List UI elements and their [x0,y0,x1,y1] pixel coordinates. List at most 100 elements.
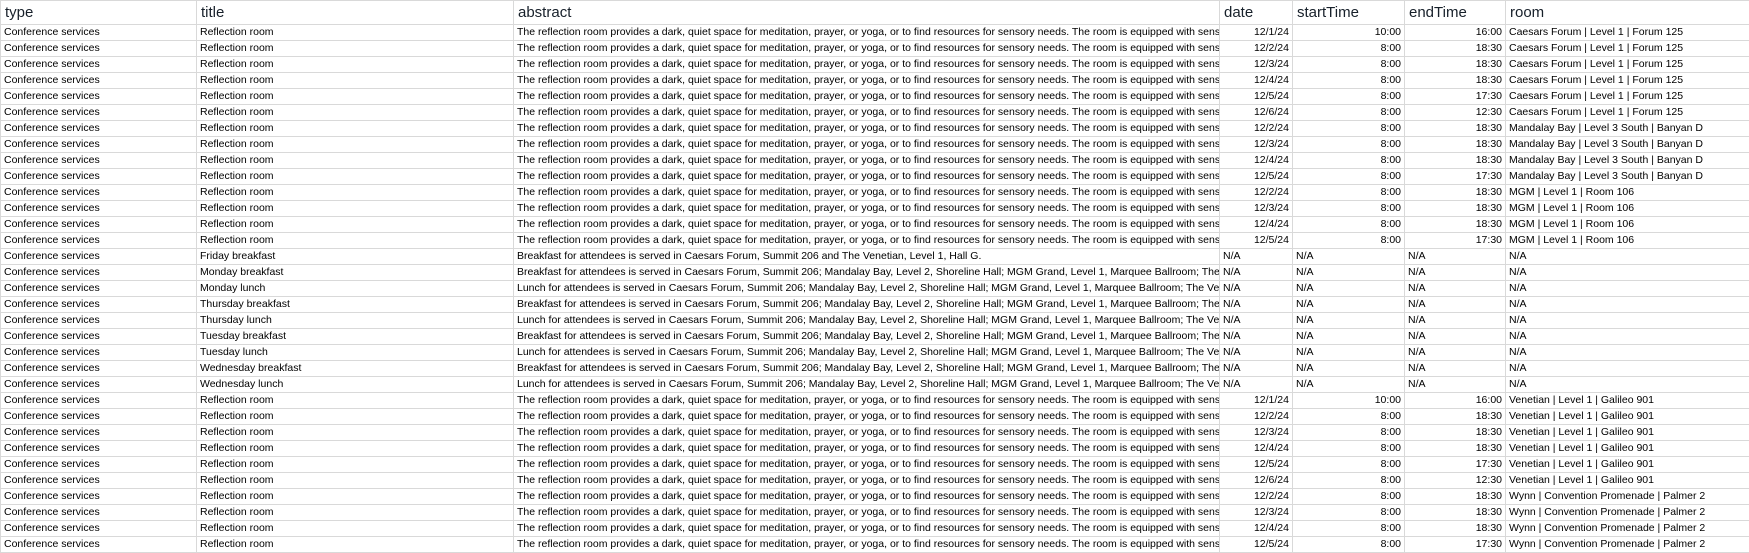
cell-type[interactable]: Conference services [0,392,197,409]
cell-abstract[interactable]: The reflection room provides a dark, qui… [513,152,1220,169]
cell-end-time[interactable]: 18:30 [1404,40,1506,57]
cell-title[interactable]: Reflection room [196,472,514,489]
cell-abstract[interactable]: Breakfast for attendees is served in Cae… [513,360,1220,377]
cell-end-time[interactable]: 17:30 [1404,88,1506,105]
cell-start-time[interactable]: N/A [1292,264,1405,281]
cell-start-time[interactable]: N/A [1292,376,1405,393]
cell-date[interactable]: 12/2/24 [1219,408,1293,425]
cell-type[interactable]: Conference services [0,280,197,297]
cell-date[interactable]: N/A [1219,296,1293,313]
cell-date[interactable]: N/A [1219,376,1293,393]
cell-type[interactable]: Conference services [0,120,197,137]
cell-start-time[interactable]: N/A [1292,296,1405,313]
cell-date[interactable]: N/A [1219,264,1293,281]
cell-abstract[interactable]: Lunch for attendees is served in Caesars… [513,312,1220,329]
cell-abstract[interactable]: The reflection room provides a dark, qui… [513,392,1220,409]
cell-title[interactable]: Reflection room [196,232,514,249]
cell-abstract[interactable]: The reflection room provides a dark, qui… [513,88,1220,105]
cell-end-time[interactable]: 18:30 [1404,504,1506,521]
column-header-end-time[interactable]: endTime [1404,0,1506,25]
cell-date[interactable]: 12/5/24 [1219,456,1293,473]
cell-room[interactable]: N/A [1505,264,1749,281]
cell-date[interactable]: 12/5/24 [1219,232,1293,249]
cell-date[interactable]: 12/6/24 [1219,472,1293,489]
cell-date[interactable]: 12/3/24 [1219,200,1293,217]
cell-title[interactable]: Reflection room [196,104,514,121]
cell-type[interactable]: Conference services [0,40,197,57]
cell-date[interactable]: 12/3/24 [1219,424,1293,441]
cell-title[interactable]: Reflection room [196,520,514,537]
cell-start-time[interactable]: 10:00 [1292,24,1405,41]
cell-abstract[interactable]: The reflection room provides a dark, qui… [513,56,1220,73]
cell-room[interactable]: Mandalay Bay | Level 3 South | Banyan D [1505,152,1749,169]
cell-room[interactable]: Caesars Forum | Level 1 | Forum 125 [1505,24,1749,41]
cell-start-time[interactable]: 8:00 [1292,440,1405,457]
cell-type[interactable]: Conference services [0,200,197,217]
cell-type[interactable]: Conference services [0,296,197,313]
cell-end-time[interactable]: 18:30 [1404,56,1506,73]
column-header-type[interactable]: type [0,0,197,25]
cell-type[interactable]: Conference services [0,312,197,329]
cell-end-time[interactable]: 17:30 [1404,168,1506,185]
cell-end-time[interactable]: 18:30 [1404,520,1506,537]
cell-room[interactable]: MGM | Level 1 | Room 106 [1505,200,1749,217]
cell-room[interactable]: Caesars Forum | Level 1 | Forum 125 [1505,40,1749,57]
cell-abstract[interactable]: Lunch for attendees is served in Caesars… [513,344,1220,361]
cell-end-time[interactable]: N/A [1404,328,1506,345]
cell-date[interactable]: N/A [1219,280,1293,297]
cell-type[interactable]: Conference services [0,184,197,201]
cell-start-time[interactable]: N/A [1292,328,1405,345]
cell-end-time[interactable]: 12:30 [1404,104,1506,121]
cell-abstract[interactable]: The reflection room provides a dark, qui… [513,472,1220,489]
cell-type[interactable]: Conference services [0,88,197,105]
cell-abstract[interactable]: Breakfast for attendees is served in Cae… [513,264,1220,281]
cell-start-time[interactable]: 8:00 [1292,200,1405,217]
cell-end-time[interactable]: 12:30 [1404,472,1506,489]
cell-start-time[interactable]: 8:00 [1292,520,1405,537]
cell-end-time[interactable]: 18:30 [1404,184,1506,201]
cell-room[interactable]: Wynn | Convention Promenade | Palmer 2 [1505,504,1749,521]
cell-type[interactable]: Conference services [0,152,197,169]
cell-title[interactable]: Monday lunch [196,280,514,297]
cell-start-time[interactable]: 8:00 [1292,488,1405,505]
cell-date[interactable]: 12/6/24 [1219,104,1293,121]
cell-title[interactable]: Reflection room [196,72,514,89]
cell-start-time[interactable]: 8:00 [1292,72,1405,89]
cell-abstract[interactable]: Breakfast for attendees is served in Cae… [513,248,1220,265]
cell-start-time[interactable]: 8:00 [1292,88,1405,105]
cell-abstract[interactable]: The reflection room provides a dark, qui… [513,200,1220,217]
cell-title[interactable]: Wednesday lunch [196,376,514,393]
cell-abstract[interactable]: The reflection room provides a dark, qui… [513,72,1220,89]
cell-start-time[interactable]: N/A [1292,360,1405,377]
cell-start-time[interactable]: 8:00 [1292,232,1405,249]
column-header-abstract[interactable]: abstract [513,0,1220,25]
cell-date[interactable]: N/A [1219,248,1293,265]
cell-date[interactable]: 12/4/24 [1219,216,1293,233]
cell-title[interactable]: Reflection room [196,152,514,169]
cell-end-time[interactable]: 18:30 [1404,408,1506,425]
cell-abstract[interactable]: The reflection room provides a dark, qui… [513,408,1220,425]
cell-start-time[interactable]: N/A [1292,344,1405,361]
cell-abstract[interactable]: Lunch for attendees is served in Caesars… [513,280,1220,297]
cell-date[interactable]: N/A [1219,360,1293,377]
cell-room[interactable]: Venetian | Level 1 | Galileo 901 [1505,424,1749,441]
cell-room[interactable]: Venetian | Level 1 | Galileo 901 [1505,472,1749,489]
cell-start-time[interactable]: 8:00 [1292,456,1405,473]
cell-start-time[interactable]: 8:00 [1292,120,1405,137]
cell-date[interactable]: 12/5/24 [1219,168,1293,185]
cell-room[interactable]: N/A [1505,248,1749,265]
cell-title[interactable]: Reflection room [196,56,514,73]
cell-type[interactable]: Conference services [0,488,197,505]
cell-type[interactable]: Conference services [0,328,197,345]
cell-type[interactable]: Conference services [0,440,197,457]
cell-room[interactable]: Caesars Forum | Level 1 | Forum 125 [1505,88,1749,105]
cell-start-time[interactable]: 10:00 [1292,392,1405,409]
cell-abstract[interactable]: Lunch for attendees is served in Caesars… [513,376,1220,393]
cell-title[interactable]: Friday breakfast [196,248,514,265]
cell-title[interactable]: Reflection room [196,488,514,505]
cell-abstract[interactable]: The reflection room provides a dark, qui… [513,536,1220,553]
cell-abstract[interactable]: The reflection room provides a dark, qui… [513,232,1220,249]
cell-room[interactable]: Caesars Forum | Level 1 | Forum 125 [1505,104,1749,121]
cell-end-time[interactable]: 17:30 [1404,536,1506,553]
cell-abstract[interactable]: The reflection room provides a dark, qui… [513,424,1220,441]
